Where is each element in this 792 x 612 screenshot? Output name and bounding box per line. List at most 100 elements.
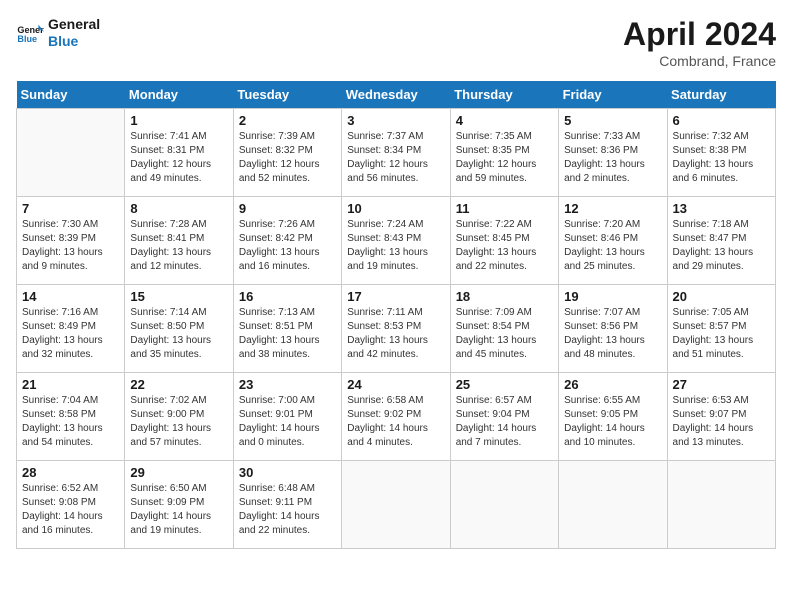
day-info: Sunrise: 7:20 AM Sunset: 8:46 PM Dayligh… — [564, 218, 661, 274]
day-number: 18 — [456, 289, 553, 304]
calendar-cell: 20 Sunrise: 7:05 AM Sunset: 8:57 PM Dayli… — [667, 285, 775, 373]
day-info: Sunrise: 7:33 AM Sunset: 8:36 PM Dayligh… — [564, 130, 661, 186]
day-number: 22 — [130, 377, 227, 392]
day-info: Sunrise: 7:05 AM Sunset: 8:57 PM Dayligh… — [673, 306, 770, 362]
calendar-cell: 4 Sunrise: 7:35 AM Sunset: 8:35 PM Daylig… — [450, 109, 558, 197]
calendar-cell: 27 Sunrise: 6:53 AM Sunset: 9:07 PM Dayli… — [667, 373, 775, 461]
calendar-cell: 8 Sunrise: 7:28 AM Sunset: 8:41 PM Daylig… — [125, 197, 233, 285]
calendar-cell: 13 Sunrise: 7:18 AM Sunset: 8:47 PM Dayli… — [667, 197, 775, 285]
calendar-cell: 2 Sunrise: 7:39 AM Sunset: 8:32 PM Daylig… — [233, 109, 341, 197]
day-info: Sunrise: 6:53 AM Sunset: 9:07 PM Dayligh… — [673, 394, 770, 450]
calendar-week-1: 1 Sunrise: 7:41 AM Sunset: 8:31 PM Daylig… — [17, 109, 776, 197]
day-number: 14 — [22, 289, 119, 304]
day-number: 6 — [673, 113, 770, 128]
weekday-header-friday: Friday — [559, 81, 667, 109]
logo: General Blue General Blue — [16, 16, 100, 50]
day-info: Sunrise: 6:57 AM Sunset: 9:04 PM Dayligh… — [456, 394, 553, 450]
svg-text:Blue: Blue — [17, 34, 37, 44]
month-title: April 2024 — [623, 16, 776, 53]
calendar-cell: 12 Sunrise: 7:20 AM Sunset: 8:46 PM Dayli… — [559, 197, 667, 285]
day-info: Sunrise: 7:39 AM Sunset: 8:32 PM Dayligh… — [239, 130, 336, 186]
day-number: 11 — [456, 201, 553, 216]
day-number: 27 — [673, 377, 770, 392]
day-info: Sunrise: 7:11 AM Sunset: 8:53 PM Dayligh… — [347, 306, 444, 362]
calendar-cell: 7Sunrise: 7:30 AM Sunset: 8:39 PM Daylig… — [17, 197, 125, 285]
weekday-header-wednesday: Wednesday — [342, 81, 450, 109]
calendar-table: SundayMondayTuesdayWednesdayThursdayFrid… — [16, 81, 776, 549]
logo-line2: Blue — [48, 33, 100, 50]
day-number: 7 — [22, 201, 119, 216]
day-number: 8 — [130, 201, 227, 216]
day-number: 13 — [673, 201, 770, 216]
day-number: 5 — [564, 113, 661, 128]
calendar-week-2: 7Sunrise: 7:30 AM Sunset: 8:39 PM Daylig… — [17, 197, 776, 285]
day-info: Sunrise: 6:48 AM Sunset: 9:11 PM Dayligh… — [239, 482, 336, 538]
day-number: 9 — [239, 201, 336, 216]
day-info: Sunrise: 6:52 AM Sunset: 9:08 PM Dayligh… — [22, 482, 119, 538]
day-info: Sunrise: 7:07 AM Sunset: 8:56 PM Dayligh… — [564, 306, 661, 362]
day-number: 25 — [456, 377, 553, 392]
day-info: Sunrise: 7:22 AM Sunset: 8:45 PM Dayligh… — [456, 218, 553, 274]
day-info: Sunrise: 7:14 AM Sunset: 8:50 PM Dayligh… — [130, 306, 227, 362]
day-info: Sunrise: 7:04 AM Sunset: 8:58 PM Dayligh… — [22, 394, 119, 450]
weekday-header-saturday: Saturday — [667, 81, 775, 109]
day-info: Sunrise: 7:24 AM Sunset: 8:43 PM Dayligh… — [347, 218, 444, 274]
weekday-header-thursday: Thursday — [450, 81, 558, 109]
day-info: Sunrise: 6:50 AM Sunset: 9:09 PM Dayligh… — [130, 482, 227, 538]
day-info: Sunrise: 7:35 AM Sunset: 8:35 PM Dayligh… — [456, 130, 553, 186]
title-block: April 2024 Combrand, France — [623, 16, 776, 69]
page-header: General Blue General Blue April 2024 Com… — [16, 16, 776, 69]
day-number: 12 — [564, 201, 661, 216]
logo-line1: General — [48, 16, 100, 33]
calendar-cell — [450, 461, 558, 549]
day-number: 28 — [22, 465, 119, 480]
day-info: Sunrise: 7:37 AM Sunset: 8:34 PM Dayligh… — [347, 130, 444, 186]
calendar-week-4: 21Sunrise: 7:04 AM Sunset: 8:58 PM Dayli… — [17, 373, 776, 461]
calendar-cell: 25 Sunrise: 6:57 AM Sunset: 9:04 PM Dayli… — [450, 373, 558, 461]
calendar-cell: 3 Sunrise: 7:37 AM Sunset: 8:34 PM Daylig… — [342, 109, 450, 197]
day-info: Sunrise: 7:16 AM Sunset: 8:49 PM Dayligh… — [22, 306, 119, 362]
calendar-week-5: 28 Sunrise: 6:52 AM Sunset: 9:08 PM Dayli… — [17, 461, 776, 549]
day-info: Sunrise: 7:02 AM Sunset: 9:00 PM Dayligh… — [130, 394, 227, 450]
weekday-header-tuesday: Tuesday — [233, 81, 341, 109]
calendar-cell: 17 Sunrise: 7:11 AM Sunset: 8:53 PM Dayli… — [342, 285, 450, 373]
calendar-cell: 18Sunrise: 7:09 AM Sunset: 8:54 PM Dayli… — [450, 285, 558, 373]
calendar-cell: 9Sunrise: 7:26 AM Sunset: 8:42 PM Daylig… — [233, 197, 341, 285]
logo-icon: General Blue — [16, 19, 44, 47]
day-number: 1 — [130, 113, 227, 128]
day-number: 15 — [130, 289, 227, 304]
day-info: Sunrise: 7:41 AM Sunset: 8:31 PM Dayligh… — [130, 130, 227, 186]
day-info: Sunrise: 7:32 AM Sunset: 8:38 PM Dayligh… — [673, 130, 770, 186]
calendar-cell — [17, 109, 125, 197]
calendar-cell: 19 Sunrise: 7:07 AM Sunset: 8:56 PM Dayli… — [559, 285, 667, 373]
day-number: 4 — [456, 113, 553, 128]
calendar-cell: 22 Sunrise: 7:02 AM Sunset: 9:00 PM Dayli… — [125, 373, 233, 461]
calendar-week-3: 14 Sunrise: 7:16 AM Sunset: 8:49 PM Dayli… — [17, 285, 776, 373]
calendar-cell: 28 Sunrise: 6:52 AM Sunset: 9:08 PM Dayli… — [17, 461, 125, 549]
day-number: 20 — [673, 289, 770, 304]
calendar-cell — [559, 461, 667, 549]
calendar-cell: 29 Sunrise: 6:50 AM Sunset: 9:09 PM Dayli… — [125, 461, 233, 549]
day-info: Sunrise: 6:55 AM Sunset: 9:05 PM Dayligh… — [564, 394, 661, 450]
calendar-cell: 23Sunrise: 7:00 AM Sunset: 9:01 PM Dayli… — [233, 373, 341, 461]
day-number: 2 — [239, 113, 336, 128]
day-info: Sunrise: 7:18 AM Sunset: 8:47 PM Dayligh… — [673, 218, 770, 274]
calendar-cell: 30Sunrise: 6:48 AM Sunset: 9:11 PM Dayli… — [233, 461, 341, 549]
day-info: Sunrise: 6:58 AM Sunset: 9:02 PM Dayligh… — [347, 394, 444, 450]
calendar-cell: 11 Sunrise: 7:22 AM Sunset: 8:45 PM Dayli… — [450, 197, 558, 285]
calendar-cell: 5 Sunrise: 7:33 AM Sunset: 8:36 PM Daylig… — [559, 109, 667, 197]
calendar-cell: 26 Sunrise: 6:55 AM Sunset: 9:05 PM Dayli… — [559, 373, 667, 461]
day-number: 29 — [130, 465, 227, 480]
day-number: 23 — [239, 377, 336, 392]
calendar-cell — [342, 461, 450, 549]
calendar-cell: 15 Sunrise: 7:14 AM Sunset: 8:50 PM Dayli… — [125, 285, 233, 373]
calendar-cell — [667, 461, 775, 549]
day-number: 19 — [564, 289, 661, 304]
weekday-header-monday: Monday — [125, 81, 233, 109]
day-number: 17 — [347, 289, 444, 304]
day-number: 26 — [564, 377, 661, 392]
calendar-cell: 1 Sunrise: 7:41 AM Sunset: 8:31 PM Daylig… — [125, 109, 233, 197]
day-info: Sunrise: 7:28 AM Sunset: 8:41 PM Dayligh… — [130, 218, 227, 274]
day-number: 3 — [347, 113, 444, 128]
calendar-cell: 16Sunrise: 7:13 AM Sunset: 8:51 PM Dayli… — [233, 285, 341, 373]
